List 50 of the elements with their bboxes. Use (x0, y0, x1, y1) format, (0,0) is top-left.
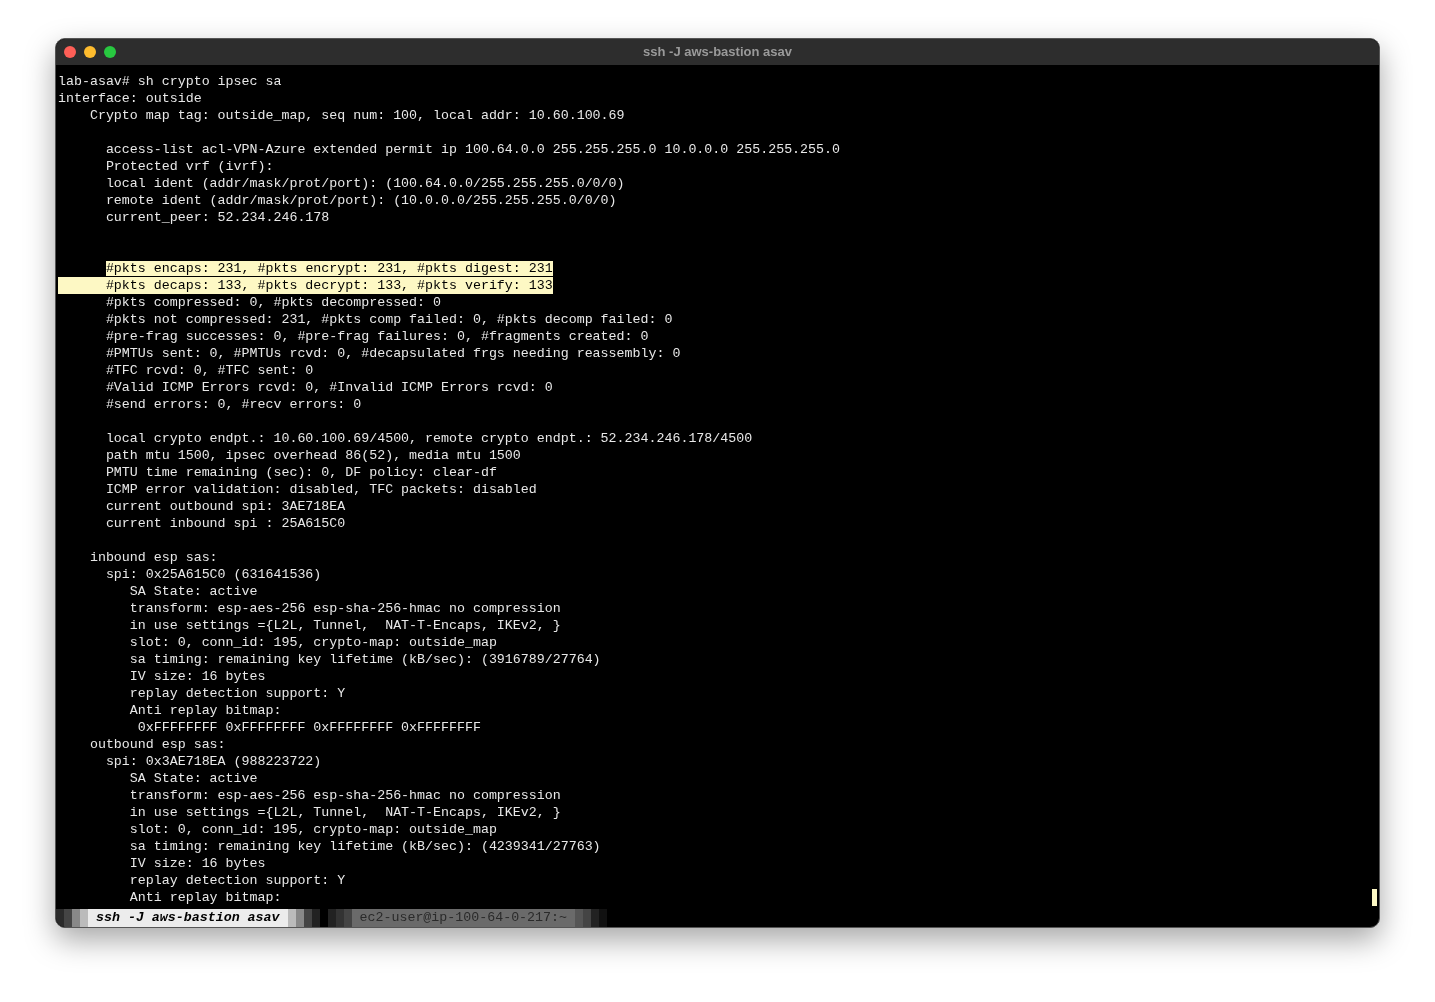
terminal-line: spi: 0x25A615C0 (631641536) (104, 566, 322, 583)
terminal-line: 0xFFFFFFFF 0xFFFFFFFF 0xFFFFFFFF 0xFFFFFFFF (136, 719, 481, 736)
terminal-line: in use settings ={L2L, Tunnel, NAT-T-Encaps, IKEv2, } (128, 804, 561, 821)
terminal-line: in use settings ={L2L, Tunnel, NAT-T-Encaps, IKEv2, } (128, 617, 561, 634)
status-stripes-drawing (287, 909, 320, 927)
terminal-line: path mtu 1500, ipsec overhead 86(52), media mtu 1500 (104, 447, 521, 464)
terminal-line: replay detection support: Y (128, 872, 346, 889)
terminal-line: slot: 0, conn_id: 195, crypto-map: outside_map (128, 634, 497, 651)
terminal-line: IV size: 16 bytes (128, 855, 266, 872)
terminal-line: current_peer: 52.234.246.178 (104, 209, 330, 226)
terminal-line: #PMTUs sent: 0, #PMTUs rcvd: 0, #decapsulated frgs needing reassembly: 0 (104, 345, 681, 362)
terminal-line: ICMP error validation: disabled, TFC packets: disabled (104, 481, 537, 498)
terminal-line: slot: 0, conn_id: 195, crypto-map: outside_map (128, 821, 497, 838)
terminal-line: #Valid ICMP Errors rcvd: 0, #Invalid ICMP Errors rcvd: 0 (104, 379, 553, 396)
terminal-line: lab-asav# sh crypto ipsec sa (58, 73, 282, 90)
terminal-line: Anti replay bitmap: (128, 702, 282, 719)
terminal-line: Anti replay bitmap: (128, 889, 282, 906)
terminal-line: local ident (addr/mask/prot/port): (100.64.0.0/255.255.255.0/0/0) (104, 175, 625, 192)
terminal-line: Crypto map tag: outside_map, seq num: 100, local addr: 10.60.100.69 (88, 107, 625, 124)
terminal-line: interface: outside (58, 90, 202, 107)
terminal-line: transform: esp-aes-256 esp-sha-256-hmac no compression (128, 787, 561, 804)
terminal-line: outbound esp sas: (88, 736, 226, 753)
terminal-line: spi: 0x3AE718EA (988223722) (104, 753, 322, 770)
terminal-line: #pre-frag successes: 0, #pre-frag failures: 0, #fragments created: 0 (104, 328, 649, 345)
terminal-line: current inbound spi : 25A615C0 (104, 515, 346, 532)
status-stripes-drawing (56, 909, 88, 927)
terminal-line: PMTU time remaining (sec): 0, DF policy: clear-df (104, 464, 497, 481)
terminal-line: current outbound spi: 3AE718EA (104, 498, 346, 515)
terminal-line: inbound esp sas: (88, 549, 218, 566)
terminal-line: Protected vrf (ivrf): (104, 158, 274, 175)
terminal-line: local crypto endpt.: 10.60.100.69/4500, remote crypto endpt.: 52.234.246.178/4500 (104, 430, 753, 447)
terminal-line: SA State: active (128, 770, 258, 787)
terminal-line: IV size: 16 bytes (128, 668, 266, 685)
terminal-line: access-list acl-VPN-Azure extended permit ip 100.64.0.0 255.255.255.0 10.0.0.0 255.255.255.0 (104, 141, 840, 158)
window-title: ssh -J aws-bastion asav (643, 43, 792, 62)
terminal-line: replay detection support: Y (128, 685, 346, 702)
terminal-line: remote ident (addr/mask/prot/port): (10.0.0.0/255.255.255.0/0/0) (104, 192, 617, 209)
terminal-line: sa timing: remaining key lifetime (kB/sec): (3916789/27764) (128, 651, 601, 668)
close-button[interactable] (64, 46, 76, 58)
maximize-button[interactable] (104, 46, 116, 58)
status-tab[interactable]: ssh -J aws-bastion asav (88, 909, 288, 927)
minimize-button[interactable] (84, 46, 96, 58)
terminal-cursor (1372, 889, 1377, 906)
terminal-line: SA State: active (128, 583, 258, 600)
terminal-line: #pkts not compressed: 231, #pkts comp failed: 0, #pkts decomp failed: 0 (104, 311, 673, 328)
terminal-line: #send errors: 0, #recv errors: 0 (104, 396, 362, 413)
terminal-line: transform: esp-aes-256 esp-sha-256-hmac no compression (128, 600, 561, 617)
terminal-line: sa timing: remaining key lifetime (kB/sec): (4239341/27763) (128, 838, 601, 855)
terminal-line: #TFC rcvd: 0, #TFC sent: 0 (104, 362, 314, 379)
terminal-line: #pkts compressed: 0, #pkts decompressed: 0 (104, 294, 441, 311)
